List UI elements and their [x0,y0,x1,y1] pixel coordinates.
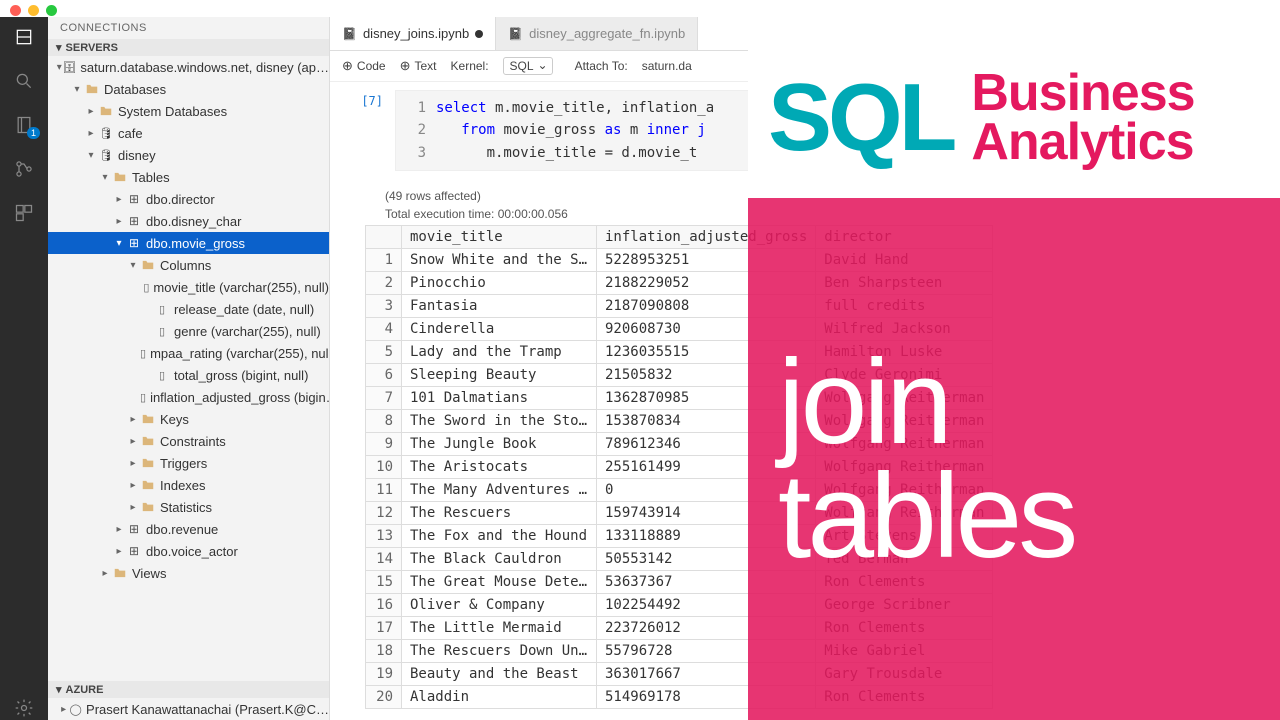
col-icon [154,325,170,338]
azure-section[interactable]: ▾AZURE [48,681,329,698]
sidebar-title: CONNECTIONS [48,17,329,39]
tree-folder[interactable]: ▸Views [48,562,329,584]
results-grid[interactable]: movie_titleinflation_adjusted_grossdirec… [365,225,993,709]
col-icon [140,391,146,404]
tree-node[interactable]: inflation_adjusted_gross (bigin… [48,386,329,408]
add-code-button[interactable]: Code [342,58,386,74]
execution-time: Total execution time: 00:00:00.056 [330,207,1280,225]
table-icon [126,214,142,228]
attach-label: Attach To: [575,59,628,73]
dirty-indicator-icon [475,30,483,38]
col-icon [154,369,170,382]
source-control-icon[interactable] [12,157,36,181]
close-icon[interactable] [10,5,21,16]
folder-icon [112,170,128,184]
tree-folder[interactable]: ▸Keys [48,408,329,430]
tree-node[interactable]: mpaa_rating (varchar(255), null) [48,342,329,364]
tree-folder[interactable]: ▸System Databases [48,100,329,122]
server-icon [62,61,76,74]
folder-icon [140,456,156,470]
tree-node[interactable]: release_date (date, null) [48,298,329,320]
editor-tab[interactable]: disney_aggregate_fn.ipynb [496,17,698,50]
kernel-label: Kernel: [451,59,489,73]
servers-section[interactable]: ▾SERVERS [48,39,329,56]
connections-sidebar: CONNECTIONS ▾SERVERS ▾saturn.database.wi… [48,17,330,720]
table-icon [126,192,142,206]
minimize-icon[interactable] [28,5,39,16]
folder-icon [84,82,100,96]
folder-icon [140,500,156,514]
tree-node[interactable]: ▾dbo.movie_gross [48,232,329,254]
editor-tab[interactable]: disney_joins.ipynb [330,17,496,50]
table-icon [126,236,142,250]
editor-area: disney_joins.ipynbdisney_aggregate_fn.ip… [330,17,1280,720]
tree-node[interactable]: ▸dbo.disney_char [48,210,329,232]
notebook-icon [508,26,523,41]
editor-tabs: disney_joins.ipynbdisney_aggregate_fn.ip… [330,17,1280,51]
search-icon[interactable] [12,69,36,93]
kernel-select[interactable]: SQL [503,57,553,75]
tree-node[interactable]: ▸dbo.voice_actor [48,540,329,562]
tree-node[interactable]: ▾saturn.database.windows.net, disney (ap… [48,56,329,78]
col-icon [140,347,146,360]
table-icon [126,544,142,558]
notebooks-icon[interactable] [12,113,36,137]
tree-node[interactable]: ▸dbo.revenue [48,518,329,540]
tree-node[interactable]: total_gross (bigint, null) [48,364,329,386]
folder-icon [112,566,128,580]
attach-value: saturn.da [642,59,692,73]
db-icon [98,149,114,162]
tree-node[interactable]: ▸dbo.director [48,188,329,210]
tree-folder[interactable]: ▸Triggers [48,452,329,474]
table-icon [126,522,142,536]
col-icon [154,303,170,316]
code-editor[interactable]: 1select m.movie_title, inflation_a 2 fro… [395,90,1270,171]
tree-folder[interactable]: ▾Databases [48,78,329,100]
rows-affected: (49 rows affected) [330,181,1280,207]
tree-folder[interactable]: ▸Indexes [48,474,329,496]
tree-folder[interactable]: ▸Constraints [48,430,329,452]
azure-account[interactable]: ▸Prasert Kanawattanachai (Prasert.K@C… [48,698,329,720]
folder-icon [140,434,156,448]
folder-icon [140,478,156,492]
tree-folder[interactable]: ▾Columns [48,254,329,276]
tree-folder[interactable]: ▾Tables [48,166,329,188]
db-icon [98,127,114,140]
tree-node[interactable]: movie_title (varchar(255), null) [48,276,329,298]
col-icon [143,281,149,294]
cell-prompt: [7] [340,90,395,171]
connections-icon[interactable] [12,25,36,49]
code-cell[interactable]: [7] 1select m.movie_title, inflation_a 2… [340,90,1270,171]
tree-node[interactable]: genre (varchar(255), null) [48,320,329,342]
notebook-icon [342,26,357,41]
tree-node[interactable]: ▸cafe [48,122,329,144]
folder-icon [98,104,114,118]
activity-bar [0,17,48,720]
user-icon [69,703,82,716]
tree-node[interactable]: ▾disney [48,144,329,166]
maximize-icon[interactable] [46,5,57,16]
add-text-button[interactable]: Text [400,58,437,74]
folder-icon [140,258,156,272]
settings-icon[interactable] [12,696,36,720]
tree-folder[interactable]: ▸Statistics [48,496,329,518]
notebook-toolbar: Code Text Kernel: SQL Attach To: saturn.… [330,51,1280,82]
extensions-icon[interactable] [12,201,36,225]
folder-icon [140,412,156,426]
window-controls [10,5,57,16]
